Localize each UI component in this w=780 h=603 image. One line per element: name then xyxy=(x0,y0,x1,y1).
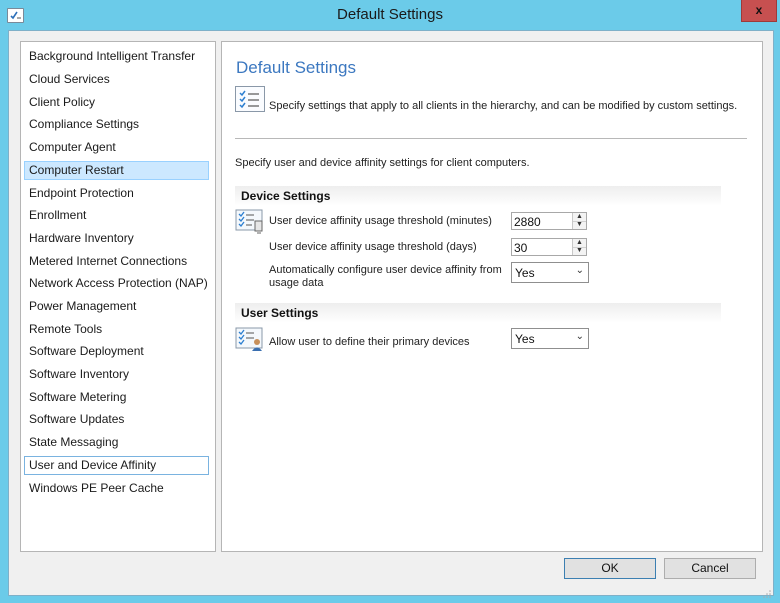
nav-item-software-updates[interactable]: Software Updates xyxy=(24,410,209,429)
nav-item-software-deployment[interactable]: Software Deployment xyxy=(24,342,209,361)
nav-item-endpoint-protection[interactable]: Endpoint Protection xyxy=(24,184,209,203)
auto-configure-label-line1: Automatically configure user device affi… xyxy=(269,264,502,276)
nav-item-client-policy[interactable]: Client Policy xyxy=(24,93,209,112)
nav-item-hardware-inventory[interactable]: Hardware Inventory xyxy=(24,229,209,248)
title-bar[interactable]: Default Settings x xyxy=(0,0,780,30)
device-settings-heading: Device Settings xyxy=(235,186,721,206)
decrement-arrow-icon[interactable]: ▼ xyxy=(573,221,586,229)
window-title: Default Settings xyxy=(337,6,443,23)
days-threshold-label: User device affinity usage threshold (da… xyxy=(269,241,477,253)
settings-panel: Default Settings Specify settings that a… xyxy=(221,41,763,552)
nav-item-user-and-device-affinity[interactable]: User and Device Affinity xyxy=(24,456,209,475)
nav-item-background-intelligent-transfer[interactable]: Background Intelligent Transfer xyxy=(24,47,209,66)
allow-primary-devices-value: Yes xyxy=(515,332,535,346)
nav-item-enrollment[interactable]: Enrollment xyxy=(24,206,209,225)
nav-item-power-management[interactable]: Power Management xyxy=(24,297,209,316)
device-settings-icon xyxy=(235,209,263,234)
settings-checklist-icon xyxy=(235,86,265,112)
decrement-arrow-icon[interactable]: ▼ xyxy=(573,247,586,255)
auto-configure-dropdown[interactable]: Yes ⌄ xyxy=(511,262,589,283)
nav-item-state-messaging[interactable]: State Messaging xyxy=(24,433,209,452)
nav-item-computer-agent[interactable]: Computer Agent xyxy=(24,138,209,157)
nav-item-remote-tools[interactable]: Remote Tools xyxy=(24,320,209,339)
close-button[interactable]: x xyxy=(741,0,777,22)
nav-item-computer-restart[interactable]: Computer Restart xyxy=(24,161,209,180)
allow-primary-devices-label: Allow user to define their primary devic… xyxy=(269,336,470,348)
minutes-threshold-label: User device affinity usage threshold (mi… xyxy=(269,215,492,227)
resize-grip-icon[interactable] xyxy=(763,585,771,598)
auto-configure-value: Yes xyxy=(515,266,535,280)
dialog-window: Default Settings x Background Intelligen… xyxy=(0,0,780,600)
allow-primary-devices-dropdown[interactable]: Yes ⌄ xyxy=(511,328,589,349)
user-settings-icon xyxy=(235,327,263,351)
cancel-button[interactable]: Cancel xyxy=(664,558,756,579)
chevron-down-icon: ⌄ xyxy=(575,265,584,276)
nav-item-compliance-settings[interactable]: Compliance Settings xyxy=(24,115,209,134)
user-settings-heading: User Settings xyxy=(235,303,721,323)
days-threshold-stepper[interactable]: 30 ▲ ▼ xyxy=(511,238,587,256)
nav-item-software-inventory[interactable]: Software Inventory xyxy=(24,365,209,384)
dialog-body: Background Intelligent Transfer Cloud Se… xyxy=(8,30,774,598)
auto-configure-label-line2: usage data xyxy=(269,277,324,289)
panel-title: Default Settings xyxy=(236,58,357,77)
ok-button[interactable]: OK xyxy=(564,558,656,579)
divider xyxy=(235,138,747,139)
affinity-description: Specify user and device affinity setting… xyxy=(235,157,530,169)
days-threshold-value[interactable]: 30 xyxy=(514,241,527,255)
nav-item-metered-internet-connections[interactable]: Metered Internet Connections xyxy=(24,252,209,271)
minutes-threshold-value[interactable]: 2880 xyxy=(514,215,541,229)
nav-item-cloud-services[interactable]: Cloud Services xyxy=(24,70,209,89)
nav-item-windows-pe-peer-cache[interactable]: Windows PE Peer Cache xyxy=(24,479,209,498)
settings-category-list[interactable]: Background Intelligent Transfer Cloud Se… xyxy=(20,41,216,552)
nav-item-software-metering[interactable]: Software Metering xyxy=(24,388,209,407)
chevron-down-icon: ⌄ xyxy=(575,331,584,342)
panel-description: Specify settings that apply to all clien… xyxy=(269,100,738,112)
nav-item-network-access-protection[interactable]: Network Access Protection (NAP) xyxy=(24,274,209,293)
auto-configure-label: Automatically configure user device affi… xyxy=(269,264,502,290)
minutes-threshold-stepper[interactable]: 2880 ▲ ▼ xyxy=(511,212,587,230)
